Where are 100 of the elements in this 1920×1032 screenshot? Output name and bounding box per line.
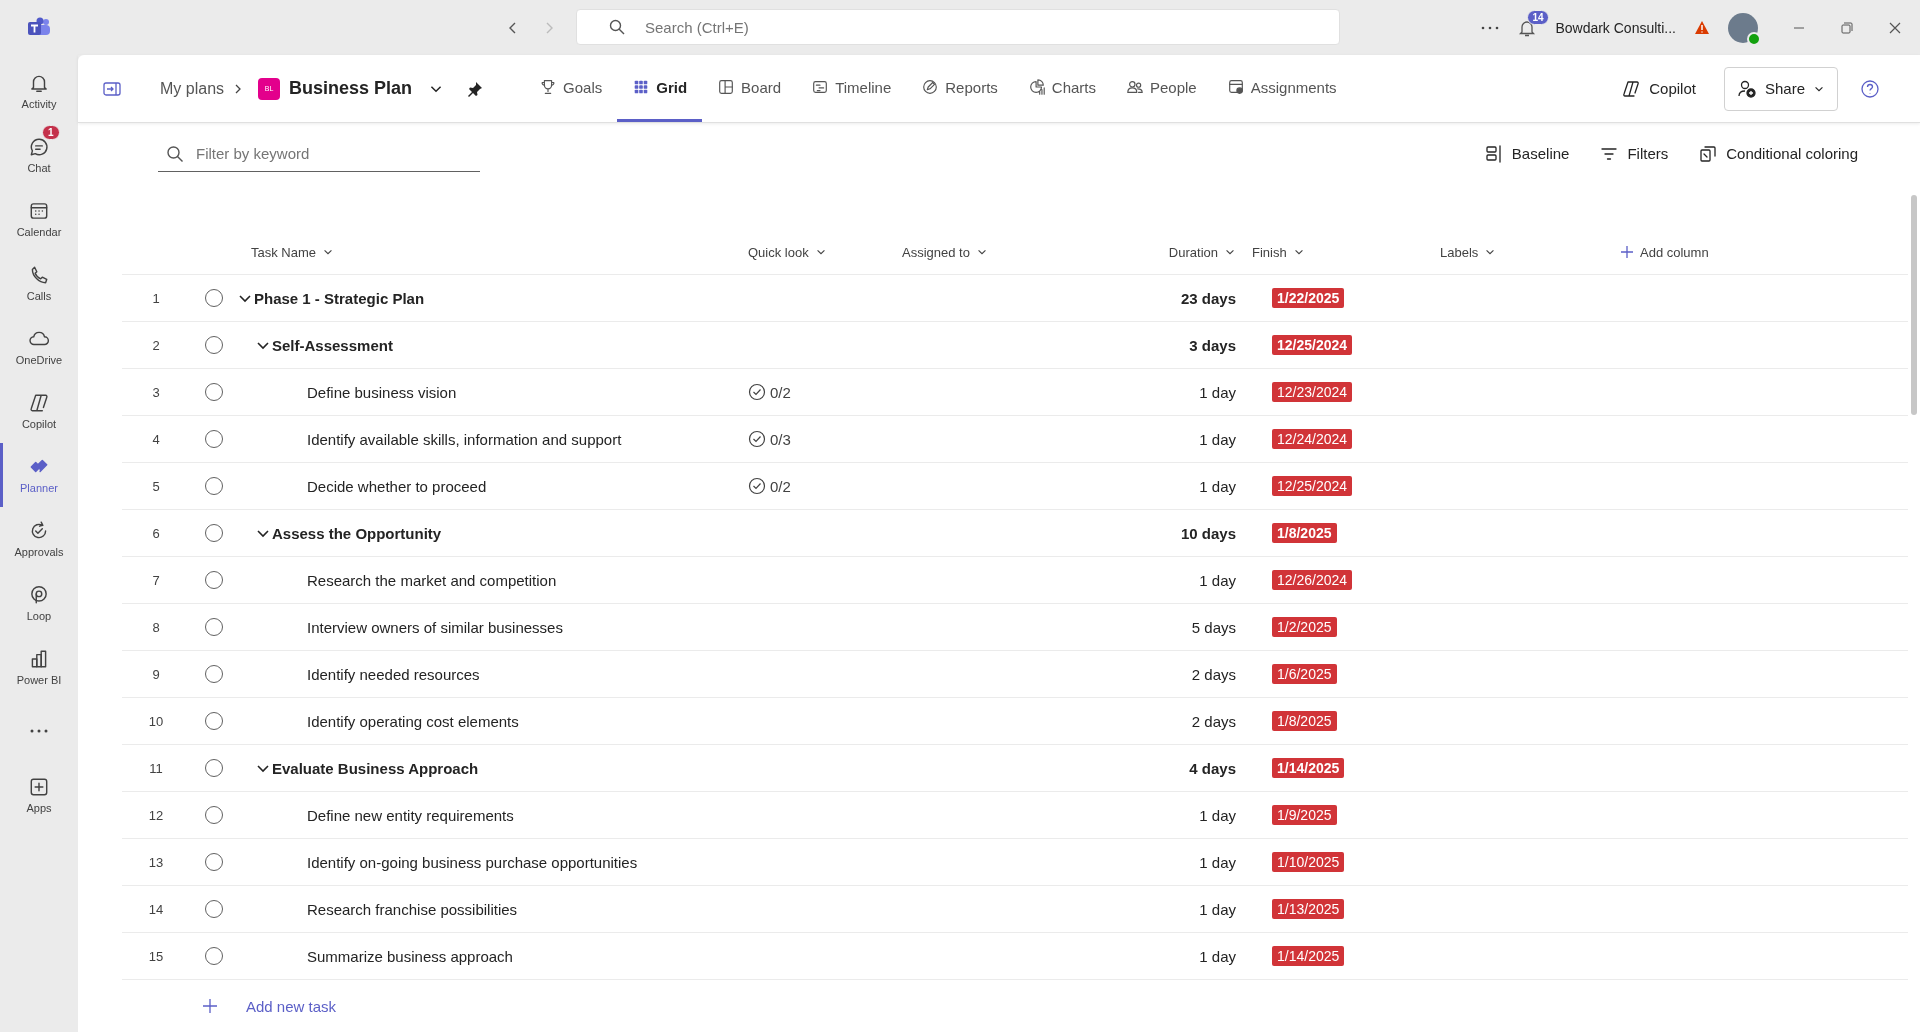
copilot-icon	[28, 392, 50, 414]
pin-icon[interactable]	[466, 79, 485, 98]
task-name[interactable]: Phase 1 - Strategic Plan	[254, 289, 425, 307]
complete-checkbox[interactable]	[205, 289, 223, 307]
view-tab[interactable]: Goals	[524, 55, 618, 122]
view-tab[interactable]: Reports	[906, 55, 1013, 122]
scrollbar[interactable]	[1911, 195, 1917, 415]
task-name[interactable]: Identify available skills, information and support	[307, 430, 622, 448]
avatar[interactable]	[1728, 12, 1758, 43]
rail-item[interactable]: Apps	[0, 763, 78, 827]
board-icon	[717, 78, 736, 96]
rail-item[interactable]: OneDrive	[0, 315, 78, 379]
complete-checkbox[interactable]	[205, 477, 223, 495]
row-number: 10	[147, 713, 165, 729]
toolbar-button[interactable]: Conditional coloring	[1692, 142, 1864, 165]
rail-item[interactable]: Power BI	[0, 635, 78, 699]
task-name[interactable]: Define business vision	[307, 383, 457, 401]
task-name[interactable]: Decide whether to proceed	[307, 477, 487, 495]
complete-checkbox[interactable]	[205, 947, 223, 965]
column-header[interactable]: Quick look	[748, 244, 902, 260]
copilot-button[interactable]: Copilot	[1615, 77, 1702, 100]
breadcrumb-link[interactable]: My plans	[160, 79, 225, 98]
task-name[interactable]: Identify operating cost elements	[307, 712, 519, 730]
column-header[interactable]: Assigned to	[902, 244, 1137, 260]
rail-item[interactable]: Loop	[0, 571, 78, 635]
complete-checkbox[interactable]	[205, 759, 223, 777]
duration-cell-text: 1 day	[1199, 430, 1237, 448]
complete-checkbox[interactable]	[205, 853, 223, 871]
search-field[interactable]: Search (Ctrl+E)	[576, 9, 1340, 45]
plan-title: Business Plan	[289, 78, 413, 99]
task-name[interactable]: Research the market and competition	[307, 571, 557, 589]
warning-icon	[1694, 20, 1710, 35]
checklist-count: 0/2	[770, 477, 791, 495]
complete-checkbox[interactable]	[205, 430, 223, 448]
share-button[interactable]: Share	[1723, 66, 1838, 111]
finish-date: 1/8/2025	[1272, 711, 1337, 731]
complete-checkbox[interactable]	[205, 618, 223, 636]
rail-item[interactable]: Activity	[0, 59, 78, 123]
task-name[interactable]: Evaluate Business Approach	[272, 759, 479, 777]
rail-item[interactable]: Planner	[0, 443, 78, 507]
view-tab[interactable]: Grid	[617, 55, 703, 122]
column-header[interactable]: Duration	[1168, 244, 1252, 260]
column-header[interactable]: Task Name	[238, 244, 748, 260]
view-tab[interactable]: People	[1111, 55, 1212, 122]
task-name[interactable]: Self-Assessment	[272, 336, 393, 354]
add-apps-icon	[28, 776, 50, 798]
account-name[interactable]: Bowdark Consulti...	[1555, 19, 1676, 36]
copilot-icon	[1621, 78, 1642, 99]
column-header[interactable]: Finish	[1252, 244, 1440, 260]
checklist-icon	[748, 383, 766, 401]
unread-badge: 1	[42, 125, 60, 140]
view-tab[interactable]: Timeline	[796, 55, 907, 122]
rail-item[interactable]: Chat 1	[0, 123, 78, 187]
row-number: 2	[151, 337, 161, 353]
close-icon[interactable]	[1888, 20, 1902, 35]
rail-item[interactable]: Copilot	[0, 379, 78, 443]
task-name[interactable]: Summarize business approach	[307, 947, 513, 965]
finish-date: 1/22/2025	[1272, 288, 1345, 308]
finish-date: 12/25/2024	[1272, 476, 1353, 496]
row-number: 4	[151, 431, 161, 447]
row-number: 14	[147, 901, 165, 917]
complete-checkbox[interactable]	[205, 806, 223, 824]
more-icon[interactable]	[1481, 25, 1500, 30]
restore-icon[interactable]	[1840, 20, 1854, 35]
people-icon	[1126, 78, 1144, 96]
finish-date: 12/23/2024	[1272, 382, 1353, 402]
baseline-icon	[1483, 143, 1504, 164]
complete-checkbox[interactable]	[205, 571, 223, 589]
task-name[interactable]: Interview owners of similar businesses	[307, 618, 563, 636]
task-name[interactable]: Research franchise possibilities	[307, 900, 518, 918]
complete-checkbox[interactable]	[205, 900, 223, 918]
duration-cell-text: 1 day	[1199, 900, 1237, 918]
rail-item[interactable]: Calendar	[0, 187, 78, 251]
rail-item[interactable]: Approvals	[0, 507, 78, 571]
help-icon[interactable]	[1860, 78, 1880, 99]
toolbar-button[interactable]: Filters	[1593, 142, 1675, 165]
checklist-icon	[748, 477, 766, 495]
task-name[interactable]: Define new entity requirements	[307, 806, 514, 824]
checklist-count: 0/2	[770, 383, 791, 401]
task-name[interactable]: Assess the Opportunity	[272, 524, 442, 542]
finish-date: 1/14/2025	[1272, 946, 1345, 966]
task-name[interactable]: Identify needed resources	[307, 665, 480, 683]
pie-chart-icon	[1027, 78, 1046, 96]
add-column-button[interactable]: Add column	[1620, 244, 1908, 260]
rail-item[interactable]: Calls	[0, 251, 78, 315]
view-tab[interactable]: Board	[702, 55, 797, 122]
complete-checkbox[interactable]	[205, 712, 223, 730]
duration-cell-text: 1 day	[1199, 477, 1237, 495]
toolbar-button[interactable]: Baseline	[1477, 142, 1576, 165]
finish-date: 1/6/2025	[1272, 664, 1337, 684]
column-header[interactable]: Labels	[1440, 244, 1620, 260]
complete-checkbox[interactable]	[205, 665, 223, 683]
complete-checkbox[interactable]	[205, 336, 223, 354]
view-tab[interactable]: Charts	[1012, 55, 1111, 122]
row-number: 1	[151, 290, 161, 306]
view-tab[interactable]: Assignments	[1211, 55, 1352, 122]
task-name[interactable]: Identify on-going business purchase opportunities	[307, 853, 638, 871]
complete-checkbox[interactable]	[205, 524, 223, 542]
add-task-button[interactable]: Add new task	[122, 980, 343, 1032]
complete-checkbox[interactable]	[205, 383, 223, 401]
